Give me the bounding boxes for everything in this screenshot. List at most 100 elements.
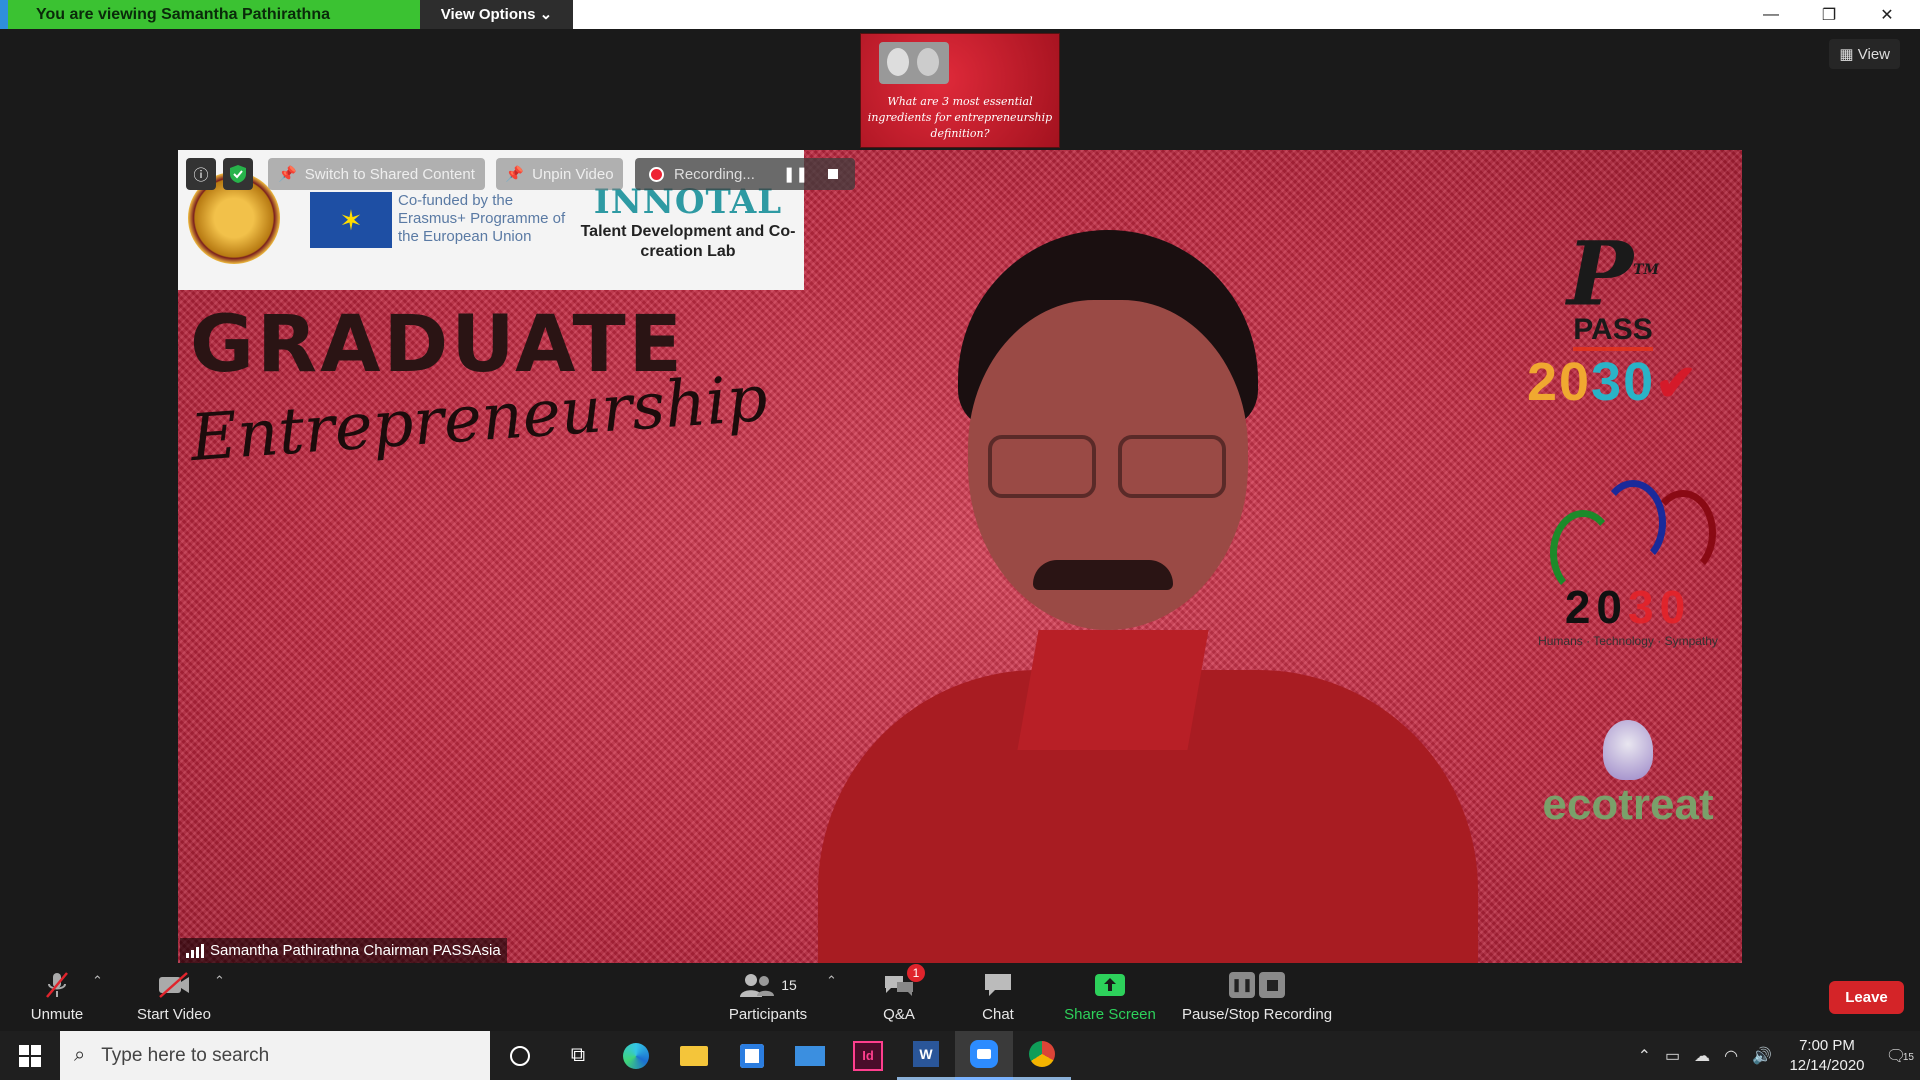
close-button[interactable]: ✕ — [1858, 0, 1916, 29]
pass-year-first: 20 — [1526, 352, 1592, 413]
zoom-app[interactable] — [955, 1031, 1013, 1080]
store-icon — [740, 1043, 764, 1068]
ecotreat-word: ecotreat — [1542, 780, 1714, 829]
meeting-area: ▦ View What are 3 most essential ingredi… — [0, 29, 1920, 963]
stop-icon — [1259, 972, 1285, 998]
participants-button[interactable]: 15 Participants — [720, 963, 816, 1031]
pause-recording-icon[interactable]: ❚❚ — [783, 165, 808, 183]
cortana-icon — [510, 1045, 530, 1066]
share-banner-text: You are viewing Samantha Pathirathna Cha… — [0, 0, 420, 52]
qa-label: Q&A — [883, 1006, 915, 1023]
start-video-button[interactable]: Start Video — [130, 963, 218, 1031]
pause-stop-label: Pause/Stop Recording — [1181, 1006, 1333, 1023]
participants-icon — [740, 974, 775, 997]
thumbnail-photo — [879, 42, 949, 84]
chat-icon — [983, 970, 1013, 1000]
eu-flag-icon: ✶ — [310, 192, 392, 248]
logo-2030: 2030 Humans · Technology · Sympathy — [1538, 480, 1718, 660]
system-tray: ⌃ ▭ ☁ ◠ 🔊 7:00 PM 12/14/2020 🗨 15 — [1638, 1031, 1920, 1080]
chat-label: Chat — [982, 1006, 1014, 1023]
chat-button[interactable]: Chat — [972, 963, 1024, 1031]
qa-button[interactable]: 1 Q&A — [872, 963, 926, 1031]
volume-icon[interactable]: 🔊 — [1752, 1046, 1772, 1066]
stop-recording-icon[interactable] — [828, 169, 839, 179]
search-icon: ⌕ — [74, 1044, 86, 1066]
task-view-icon: ⧉ — [570, 1044, 586, 1066]
mail-app[interactable] — [781, 1031, 839, 1080]
view-options-button[interactable]: View Options ⌄ — [420, 0, 573, 29]
start-video-label: Start Video — [137, 1006, 211, 1023]
onedrive-icon[interactable]: ☁ — [1694, 1046, 1710, 1066]
view-button-label: View — [1857, 46, 1890, 63]
qa-badge: 1 — [907, 964, 925, 982]
indesign-app[interactable]: Id — [839, 1031, 897, 1080]
notification-count: 15 — [1902, 1051, 1914, 1063]
innotal-subtitle: Talent Development and Co-creation Lab — [580, 223, 796, 260]
video-options-caret-icon[interactable]: ⌃ — [214, 973, 225, 989]
record-dot-icon — [649, 166, 664, 182]
encryption-shield-icon[interactable] — [223, 158, 253, 190]
word-icon: W — [913, 1041, 939, 1067]
arcs-graphic — [1538, 480, 1718, 596]
battery-icon[interactable]: ▭ — [1665, 1046, 1680, 1066]
task-view-button[interactable]: ⧉ — [549, 1031, 607, 1080]
indesign-icon: Id — [853, 1040, 883, 1071]
taskbar-search-input[interactable]: ⌕ Type here to search — [60, 1031, 490, 1080]
switch-label: Switch to Shared Content — [304, 165, 475, 183]
mail-icon — [795, 1045, 825, 1066]
speaker-mustache — [1033, 560, 1173, 590]
audio-options-caret-icon[interactable]: ⌃ — [92, 973, 103, 989]
windows-start-button[interactable] — [0, 1031, 60, 1080]
checkmark-icon: ✔ — [1655, 355, 1700, 412]
unmute-button[interactable]: Unmute — [22, 963, 92, 1031]
shared-screen-thumbnail[interactable]: What are 3 most essential ingredients fo… — [860, 33, 1060, 148]
pin-icon: 📌 — [505, 166, 525, 183]
view-button[interactable]: ▦ View — [1829, 39, 1900, 69]
tray-overflow-icon[interactable]: ⌃ — [1638, 1046, 1651, 1066]
unpin-video-button[interactable]: 📌 Unpin Video — [496, 158, 623, 190]
participants-count: 15 — [781, 977, 797, 993]
wifi-icon[interactable]: ◠ — [1724, 1046, 1738, 1066]
unmute-label: Unmute — [30, 1006, 84, 1023]
speaker-video[interactable]: ✶ Co-funded by the Erasmus+ Programme of… — [178, 150, 1742, 963]
participants-label: Participants — [728, 1006, 808, 1023]
windows-taskbar: ⌕ Type here to search ⧉ Id W ⌃ ▭ ☁ ◠ 🔊 7… — [0, 1031, 1920, 1080]
share-banner: You are viewing Samantha Pathirathna Cha… — [0, 0, 573, 52]
signal-strength-icon — [186, 943, 204, 958]
file-explorer-app[interactable] — [665, 1031, 723, 1080]
participant-name: Samantha Pathirathna Chairman PASSAsia — [210, 942, 501, 959]
pause-stop-recording-button[interactable]: ❚❚ Pause/Stop Recording — [1178, 963, 1336, 1031]
pause-icon: ❚❚ — [1229, 972, 1255, 998]
pass-tm: TM — [1633, 262, 1660, 278]
chrome-icon — [1029, 1041, 1055, 1067]
share-screen-icon — [1094, 970, 1126, 1000]
window-titlebar: You are viewing Samantha Pathirathna Cha… — [0, 0, 1920, 52]
notifications-button[interactable]: 🗨 15 — [1872, 1046, 1920, 1066]
cofunded-text: Co-funded by the Erasmus+ Programme of t… — [398, 192, 566, 245]
share-screen-label: Share Screen — [1064, 1006, 1156, 1023]
speaker-collar — [1017, 630, 1209, 750]
innotal-logo: INNOTAL Talent Development and Co-creati… — [578, 182, 798, 262]
unpin-label: Unpin Video — [532, 165, 614, 183]
clock-time: 7:00 PM — [1799, 1036, 1855, 1054]
edge-icon — [623, 1042, 649, 1069]
pass-p: P — [1566, 221, 1634, 326]
word-app[interactable]: W — [897, 1031, 955, 1080]
cortana-button[interactable] — [491, 1031, 549, 1080]
minimize-button[interactable]: — — [1742, 0, 1800, 29]
info-icon[interactable]: ⓘ — [186, 158, 216, 190]
pin-icon: 📌 — [278, 166, 297, 183]
switch-to-shared-content-button[interactable]: 📌 Switch to Shared Content — [268, 158, 485, 190]
share-screen-button[interactable]: Share Screen — [1060, 963, 1160, 1031]
recording-indicator: Recording... ❚❚ — [635, 158, 855, 190]
taskbar-clock[interactable]: 7:00 PM 12/14/2020 — [1782, 1036, 1872, 1076]
leave-button[interactable]: Leave — [1829, 981, 1904, 1014]
store-app[interactable] — [723, 1031, 781, 1080]
logo2030-caption: Humans · Technology · Sympathy — [1538, 634, 1718, 648]
restore-button[interactable]: ❐ — [1800, 0, 1858, 29]
edge-app[interactable] — [607, 1031, 665, 1080]
participants-caret-icon[interactable]: ⌃ — [826, 973, 837, 989]
chrome-app[interactable] — [1013, 1031, 1071, 1080]
clock-date: 12/14/2020 — [1789, 1056, 1865, 1074]
pass-year-second: 30 — [1591, 352, 1656, 413]
